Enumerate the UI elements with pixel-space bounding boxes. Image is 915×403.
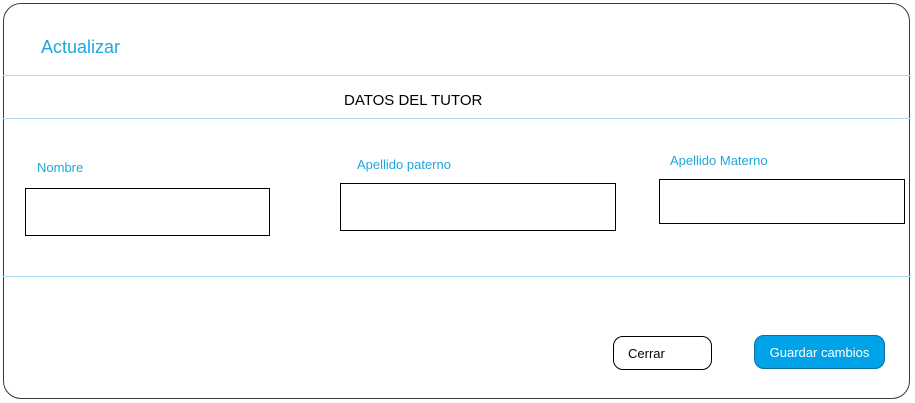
header-divider <box>3 75 910 76</box>
nombre-label: Nombre <box>37 160 84 175</box>
form-divider <box>3 276 910 277</box>
close-button[interactable]: Cerrar <box>613 336 712 370</box>
dialog-title: Actualizar <box>41 37 121 57</box>
apellido-paterno-label: Apellido paterno <box>357 157 451 172</box>
nombre-input[interactable] <box>25 188 270 236</box>
section-title: DATOS DEL TUTOR <box>344 92 483 109</box>
apellido-paterno-input[interactable] <box>340 183 616 231</box>
section-divider <box>3 118 910 119</box>
save-changes-button[interactable]: Guardar cambios <box>754 335 885 369</box>
apellido-materno-input[interactable] <box>659 179 905 224</box>
apellido-materno-label: Apellido Materno <box>670 153 768 168</box>
